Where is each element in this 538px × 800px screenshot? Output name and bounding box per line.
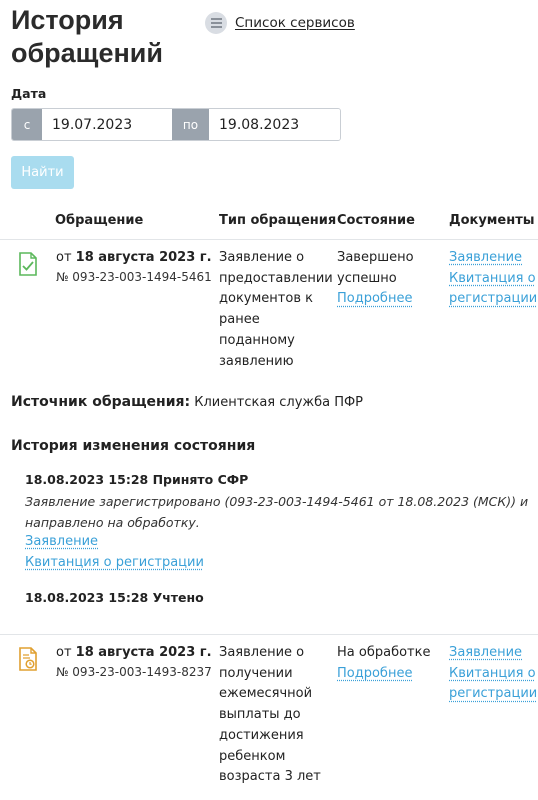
- row-2-type-line: выплаты до: [219, 707, 301, 723]
- document-check-icon: [18, 252, 38, 280]
- header-documents: Документы: [449, 213, 535, 228]
- row-1-type: Заявление о предоставлении документов к …: [219, 248, 333, 372]
- history-application-link[interactable]: Заявление: [25, 534, 98, 549]
- row-2-receipt-line: Квитанция о: [449, 665, 536, 681]
- history-receipt-link[interactable]: Квитанция о регистрации: [25, 555, 204, 570]
- services-link-group[interactable]: Список сервисов: [205, 12, 355, 34]
- source-line: Источник обращения: Клиентская служба ПФ…: [11, 394, 363, 410]
- row-2-details-link[interactable]: Подробнее: [337, 666, 412, 681]
- row-2-documents: Заявление Квитанция о регистрации: [449, 643, 537, 705]
- row-2-type-line: получении: [219, 665, 293, 681]
- date-from-input[interactable]: [42, 109, 172, 140]
- row-1-status-line: Завершено: [337, 250, 414, 265]
- page-title-line-1: История: [11, 5, 124, 35]
- document-pending-icon: [18, 647, 38, 675]
- row-1-status: Завершено успешно Подробнее: [337, 248, 414, 310]
- history-event-1-text: Заявление зарегистрировано (093-23-003-1…: [25, 491, 528, 533]
- row-1-receipt-line: Квитанция о: [449, 270, 536, 286]
- date-to-prefix: по: [172, 109, 209, 140]
- row-1-type-line: Заявление о: [219, 250, 305, 265]
- history-event-2-title: 18.08.2023 15:28 Учтено: [25, 590, 204, 605]
- row-2-type-line: Заявление о: [219, 645, 305, 660]
- header-divider: [0, 239, 538, 240]
- source-label: Источник обращения:: [11, 394, 191, 410]
- row-2-receipt-line: регистрации: [449, 686, 538, 702]
- header-request-type: Тип обращения: [219, 213, 337, 228]
- header-request: Обращение: [55, 213, 144, 228]
- row-divider: [0, 634, 538, 635]
- date-from-prefix: с: [12, 109, 42, 140]
- date-to-input[interactable]: [209, 109, 340, 140]
- row-2-type-line: достижения: [219, 727, 304, 743]
- page-title-line-2: обращений: [11, 38, 163, 68]
- row-1-application-link[interactable]: Заявление: [449, 250, 522, 265]
- row-2-type: Заявление о получении ежемесячной выплат…: [219, 643, 321, 788]
- row-1-number: № 093-23-003-1494-5461: [56, 270, 212, 284]
- table-row-1-request: от 18 августа 2023 г.: [56, 248, 212, 269]
- history-event-1-text-line: направлено на обработку.: [25, 515, 200, 530]
- row-1-type-line: заявлению: [219, 353, 294, 369]
- row-2-status-line: На обработке: [337, 645, 431, 660]
- row-2-application-link[interactable]: Заявление: [449, 645, 522, 660]
- history-event-1-text-line: Заявление зарегистрировано (093-23-003-1…: [25, 494, 529, 509]
- row-1-status-line: успешно: [337, 270, 397, 286]
- row-1-documents: Заявление Квитанция о регистрации: [449, 248, 537, 310]
- row-1-type-line: ранее: [219, 312, 260, 328]
- row-1-type-line: предоставлении: [219, 270, 333, 286]
- row-1-type-line: документов к: [219, 291, 313, 307]
- row-1-date: 18 августа 2023 г.: [75, 250, 212, 265]
- row-1-date-prefix: от: [56, 250, 76, 265]
- menu-icon: [205, 12, 227, 34]
- row-1-type-line: поданному: [219, 332, 295, 348]
- row-2-date: 18 августа 2023 г.: [75, 645, 212, 660]
- page-title: История обращений: [11, 4, 201, 70]
- services-list-link[interactable]: Список сервисов: [235, 15, 355, 31]
- row-2-number: № 093-23-003-1493-8237: [56, 665, 212, 679]
- row-2-status: На обработке Подробнее: [337, 643, 430, 684]
- row-2-date-prefix: от: [56, 645, 76, 660]
- row-1-receipt-link[interactable]: Квитанция о регистрации: [449, 271, 537, 307]
- row-1-receipt-line: регистрации: [449, 291, 538, 307]
- header-status: Состояние: [337, 213, 415, 228]
- find-button[interactable]: Найти: [11, 156, 74, 189]
- row-2-receipt-link[interactable]: Квитанция о регистрации: [449, 666, 537, 702]
- row-2-type-line: ежемесячной: [219, 686, 313, 702]
- history-title: История изменения состояния: [11, 438, 256, 454]
- row-2-type-line: возраста 3 лет: [219, 769, 321, 785]
- row-2-type-line: ребенком: [219, 748, 286, 764]
- table-row-2-request: от 18 августа 2023 г.: [56, 643, 212, 664]
- row-1-details-link[interactable]: Подробнее: [337, 291, 412, 306]
- source-value: Клиентская служба ПФР: [194, 395, 364, 410]
- date-label: Дата: [11, 86, 47, 101]
- history-event-1-title: 18.08.2023 15:28 Принято СФР: [25, 472, 249, 487]
- date-range-picker: с по: [11, 108, 341, 141]
